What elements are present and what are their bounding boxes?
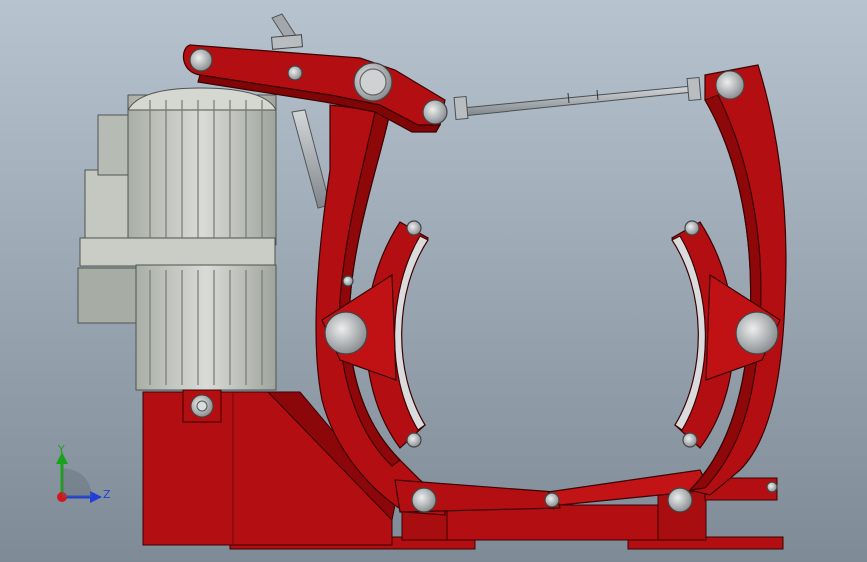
- motor-flange: [79, 237, 276, 267]
- left-shoe-top-bolt[interactable]: [406, 220, 422, 236]
- top-lever-right-pin[interactable]: [422, 99, 448, 125]
- motor-housing-lower: [135, 264, 277, 391]
- thruster-rod-nut[interactable]: [270, 34, 304, 50]
- junction-box-top: [97, 114, 131, 176]
- motor-mount-pin-center: [196, 400, 208, 412]
- right-base-pivot-pin[interactable]: [667, 487, 693, 513]
- right-shoe-pivot-pin[interactable]: [735, 311, 779, 355]
- right-arm-top-pin[interactable]: [715, 70, 745, 100]
- left-shoe-bottom-bolt[interactable]: [406, 432, 422, 448]
- top-lever-left-pin[interactable]: [189, 48, 213, 72]
- top-lever-small-pin[interactable]: [287, 65, 303, 81]
- cad-model-canvas[interactable]: Y Z: [0, 0, 867, 562]
- right-arm-small-bolt[interactable]: [766, 481, 778, 493]
- tie-rod-left-nut[interactable]: [453, 95, 469, 121]
- left-shoe-pivot-pin[interactable]: [324, 311, 368, 355]
- right-shoe-bottom-bolt[interactable]: [682, 432, 698, 448]
- top-lever-main-pin-center: [359, 68, 387, 96]
- right-shoe-top-bolt[interactable]: [684, 220, 700, 236]
- left-arm-small-bolt[interactable]: [342, 275, 354, 287]
- junction-box-lower: [77, 267, 144, 324]
- y-axis-label: Y: [57, 443, 65, 456]
- tie-rod-right-nut[interactable]: [686, 76, 702, 102]
- lower-link-center-pin[interactable]: [544, 492, 560, 508]
- cad-viewport[interactable]: Y Z: [0, 0, 867, 562]
- left-base-pivot-pin[interactable]: [411, 487, 437, 513]
- z-axis-label: Z: [103, 488, 111, 501]
